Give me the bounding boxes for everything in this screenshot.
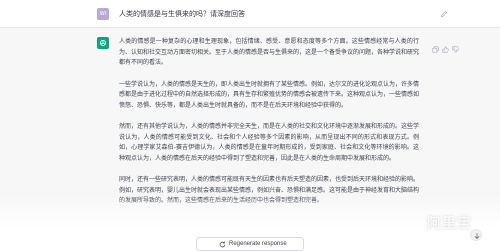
chatgpt-avatar (97, 37, 109, 49)
watermark-text: 阿里宝 (427, 216, 472, 232)
answer-paragraph-1: 人类的情感是一种复杂的心理和生理现象，包括情绪、感受、意愿和态度等多个方面。这些… (119, 38, 420, 66)
user-message-row: WI 人类的情感是与生俱来的吗？请深度回答 (0, 0, 500, 28)
user-message-text: 人类的情感是与生俱来的吗？请深度回答 (119, 10, 245, 18)
openai-logo-icon (100, 40, 106, 46)
message-actions (432, 38, 462, 53)
regenerate-response-button[interactable]: Regenerate response (196, 237, 304, 251)
conversation-thread: WI 人类的情感是与生俱来的吗？请深度回答 人类的情感是一种复杂的心理和生理现象… (0, 0, 500, 251)
regenerate-label: Regenerate response (229, 241, 287, 247)
copy-icon[interactable] (432, 38, 439, 53)
answer-paragraph-3: 然而，还有其他学说认为，人类的情感并非完全天生，而是在人类的社交和文化环境中逐渐… (119, 123, 420, 162)
scroll-to-bottom-button[interactable] (470, 229, 482, 241)
answer-paragraph-2: 一些学说认为，人类的情感是天生的，即人类出生时就拥有了某些情感。例如，达尔文的进… (119, 80, 420, 109)
arrow-down-icon (474, 233, 480, 239)
assistant-answer: 人类的情感是一种复杂的心理和生理现象，包括情绪、感受、意愿和态度等多个方面。这些… (119, 37, 419, 218)
thumb-up-icon[interactable] (442, 38, 449, 53)
thumb-down-icon[interactable] (452, 38, 459, 53)
pencil-edit-icon[interactable] (440, 10, 448, 18)
refresh-icon (219, 241, 226, 248)
user-avatar: WI (97, 8, 109, 20)
